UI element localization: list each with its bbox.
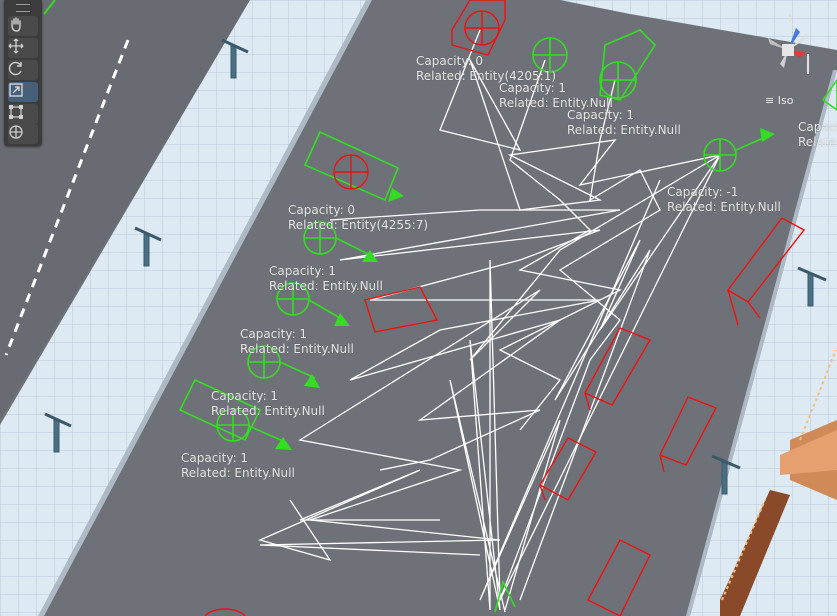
scene-canvas[interactable]	[0, 0, 837, 616]
slot-label: Capacity: 0 Related: Entity(4205:1)	[416, 54, 557, 83]
transform-tool-button[interactable]	[8, 124, 38, 144]
move-arrows-icon	[8, 38, 24, 54]
drag-handle-icon[interactable]	[16, 4, 30, 12]
rotate-tool-button[interactable]	[8, 60, 38, 80]
axis-gizmo-icon	[768, 14, 809, 74]
scale-tool-button[interactable]	[8, 82, 38, 102]
slot-label: Capacity: 1 Related: Entity.Null	[240, 327, 354, 356]
scene-view[interactable]: Capacity: 0 Related: Entity(4205:1) Capac…	[0, 0, 837, 616]
tool-palette	[4, 0, 42, 146]
scale-icon	[9, 83, 23, 97]
slot-label: Capacity: 1 Related: Entity.Null	[211, 389, 325, 418]
rotate-icon	[8, 61, 22, 76]
slot-label: Capacity: 0 Related: Entity(4255:7)	[288, 203, 429, 232]
orientation-gizmo[interactable]	[750, 14, 820, 86]
slot-label: Capacity: 1 Related: Entity.Null	[269, 264, 383, 293]
projection-label: Iso	[777, 94, 794, 107]
rect-transform-icon	[9, 105, 23, 119]
slot-label: Capacity: -1 Related: Entity.Null	[667, 185, 781, 214]
slot-label: Capacity: 1 Related: Entity.Null	[181, 451, 295, 480]
transform-icon	[9, 125, 23, 139]
slot-label: CapacityRelate	[798, 120, 837, 149]
view-tool-button[interactable]	[8, 16, 38, 36]
slot-label: Capacity: 1 Related: Entity.Null	[499, 81, 613, 110]
slot-label: Capacity: 1 Related: Entity.Null	[567, 108, 681, 137]
hand-icon	[11, 17, 21, 32]
projection-toggle[interactable]: ≡ Iso	[765, 94, 793, 107]
menu-icon: ≡	[765, 94, 775, 107]
move-tool-button[interactable]	[8, 38, 38, 58]
rect-tool-button[interactable]	[8, 104, 38, 124]
